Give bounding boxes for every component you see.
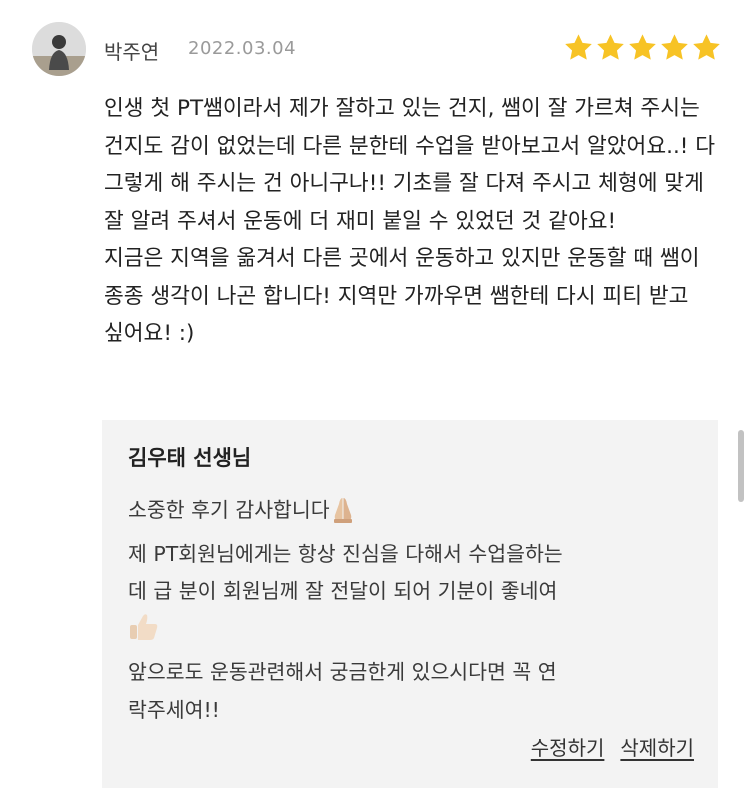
- star-icon: [597, 34, 624, 60]
- scrollbar[interactable]: [738, 430, 744, 502]
- reviewer-name: 박주연: [104, 40, 160, 64]
- folded-hands-icon: [330, 495, 356, 536]
- review-header: 박주연 2022.03.04: [32, 22, 722, 78]
- star-icon: [661, 34, 688, 60]
- star-icon: [693, 34, 720, 60]
- reply-author: 김우태 선생님: [128, 446, 252, 470]
- reply-line: 데 급 분이 회원님께 잘 전달이 되어 기분이 좋네여: [128, 579, 558, 603]
- reply-line: 앞으로도 운동관련해서 궁금한게 있으시다면 꼭 연: [128, 660, 557, 684]
- review-text: 인생 첫 PT쌤이라서 제가 잘하고 있는 건지, 쌤이 잘 가르쳐 주시는 건…: [104, 96, 716, 346]
- reply-text: 소중한 후기 감사합니다 제 PT회원님에게는 항상 진심을 다해서 수업을하는…: [128, 492, 703, 729]
- reply-line: [128, 611, 703, 655]
- review-date: 2022.03.04: [188, 38, 297, 59]
- reply-line: 제 PT회원님에게는 항상 진심을 다해서 수업을하는: [128, 541, 563, 566]
- avatar[interactable]: [32, 22, 86, 76]
- reply-line-text: 소중한 후기 감사합니다: [128, 498, 330, 522]
- star-rating: [563, 32, 722, 63]
- reply-line: 소중한 후기 감사합니다: [128, 492, 703, 536]
- star-icon: [629, 34, 656, 60]
- avatar-photo: [32, 22, 86, 76]
- reply-actions: 수정하기 삭제하기: [531, 732, 694, 761]
- delete-button[interactable]: 삭제하기: [620, 732, 694, 761]
- edit-button[interactable]: 수정하기: [531, 732, 605, 761]
- star-icon: [565, 34, 592, 60]
- teacher-reply: 김우태 선생님 소중한 후기 감사합니다 제 PT회원님에게는 항상 진심을 다…: [102, 420, 718, 788]
- thumbs-up-icon: [128, 612, 160, 655]
- reply-line: 락주세여!!: [128, 697, 220, 722]
